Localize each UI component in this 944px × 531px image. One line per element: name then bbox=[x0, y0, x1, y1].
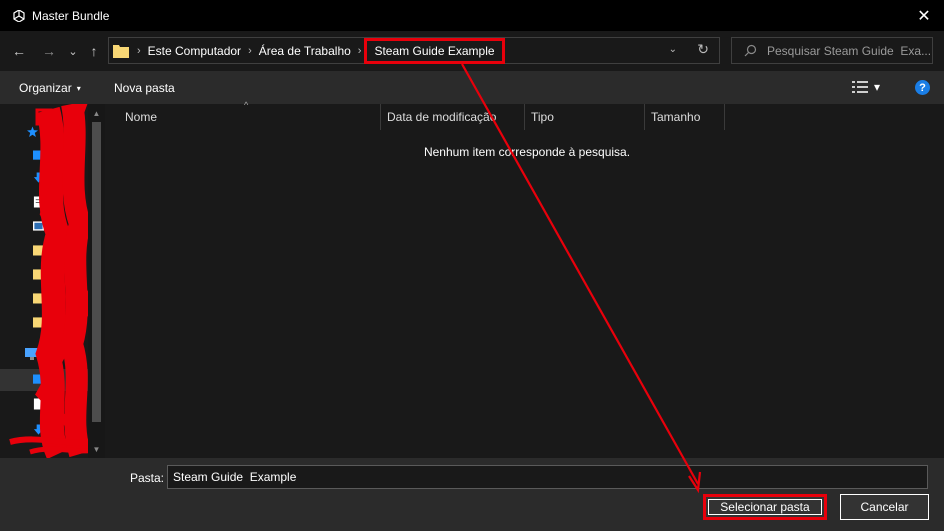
column-header-size-label: Tamanho bbox=[651, 110, 701, 124]
breadcrumb-area-de-trabalho[interactable]: Área de Trabalho bbox=[259, 44, 351, 58]
scroll-up-icon[interactable]: ▲ bbox=[88, 106, 105, 120]
navigation-pane[interactable]: ▲ ▼ bbox=[0, 104, 106, 458]
navigation-bar: ← → ⌄ ↑ › Este Computador › Área de Trab… bbox=[0, 31, 944, 71]
search-box[interactable] bbox=[731, 37, 933, 64]
select-folder-button[interactable]: Selecionar pasta bbox=[703, 494, 827, 520]
title-bar: Master Bundle ✕ bbox=[0, 0, 944, 31]
caret-down-icon: ▾ bbox=[76, 83, 81, 93]
address-bar[interactable]: › Este Computador › Área de Trabalho › S… bbox=[108, 37, 720, 64]
dialog-footer: Pasta: Selecionar pasta Cancelar bbox=[0, 458, 944, 531]
breadcrumb-este-computador[interactable]: Este Computador bbox=[148, 44, 241, 58]
close-button[interactable]: ✕ bbox=[904, 0, 944, 31]
folder-field-label: Pasta: bbox=[130, 471, 165, 485]
back-button[interactable]: ← bbox=[10, 41, 28, 61]
folder-icon bbox=[113, 44, 129, 58]
navigation-scrollbar[interactable]: ▲ ▼ bbox=[88, 104, 105, 458]
search-input[interactable] bbox=[767, 43, 932, 58]
refresh-icon[interactable]: ↻ bbox=[697, 41, 709, 58]
new-folder-label: Nova pasta bbox=[114, 81, 175, 95]
empty-folder-message: Nenhum item corresponde à pesquisa. bbox=[423, 145, 631, 159]
folder-name-input[interactable] bbox=[167, 465, 928, 489]
focus-ring bbox=[708, 499, 822, 515]
help-icon[interactable]: ? bbox=[915, 80, 930, 95]
column-header-name-label: Nome bbox=[125, 110, 158, 124]
arrow-left-icon: ← bbox=[12, 43, 26, 59]
view-options-caret-icon[interactable]: ▾ bbox=[874, 80, 880, 94]
unity-logo-icon bbox=[12, 9, 26, 23]
scroll-thumb[interactable] bbox=[92, 122, 101, 422]
breadcrumb-separator-icon: › bbox=[357, 44, 362, 57]
close-icon: ✕ bbox=[917, 7, 931, 25]
new-folder-button[interactable]: Nova pasta bbox=[114, 81, 175, 95]
column-header-type-label: Tipo bbox=[531, 110, 554, 124]
forward-button[interactable]: → bbox=[40, 41, 58, 61]
address-dropdown-icon[interactable]: ⌄ bbox=[669, 44, 677, 55]
folder-picker-dialog: Master Bundle ✕ ← → ⌄ ↑ › Este Computado… bbox=[0, 0, 944, 531]
column-header-size[interactable]: Tamanho bbox=[645, 104, 725, 130]
column-header-name[interactable]: Nome bbox=[119, 104, 381, 130]
recent-locations-button[interactable]: ⌄ bbox=[66, 41, 80, 61]
search-icon bbox=[744, 44, 757, 57]
arrow-up-icon: ↑ bbox=[90, 43, 98, 59]
breadcrumb-current-folder[interactable]: Steam Guide Example bbox=[364, 37, 505, 64]
scroll-down-icon[interactable]: ▼ bbox=[88, 442, 105, 456]
breadcrumb-separator-icon: › bbox=[248, 44, 252, 57]
cancel-label: Cancelar bbox=[860, 500, 909, 514]
chevron-down-icon: ⌄ bbox=[68, 45, 78, 58]
breadcrumb-separator-icon: › bbox=[137, 44, 141, 57]
file-list-pane[interactable]: ^ Nome Data de modificação Tipo Tamanho … bbox=[106, 100, 944, 458]
column-header-date-modified[interactable]: Data de modificação bbox=[381, 104, 525, 130]
arrow-right-icon: → bbox=[42, 43, 56, 59]
command-toolbar: Organizar ▾ Nova pasta ▾ ? bbox=[0, 71, 944, 104]
window-title: Master Bundle bbox=[32, 8, 110, 23]
column-header-type[interactable]: Tipo bbox=[525, 104, 645, 130]
up-button[interactable]: ↑ bbox=[86, 41, 102, 61]
organize-label: Organizar bbox=[19, 81, 72, 95]
view-options-icon[interactable] bbox=[852, 81, 868, 93]
column-header-date-label: Data de modificação bbox=[387, 110, 497, 124]
organize-menu-button[interactable]: Organizar ▾ bbox=[19, 81, 81, 95]
cancel-button[interactable]: Cancelar bbox=[840, 494, 929, 520]
